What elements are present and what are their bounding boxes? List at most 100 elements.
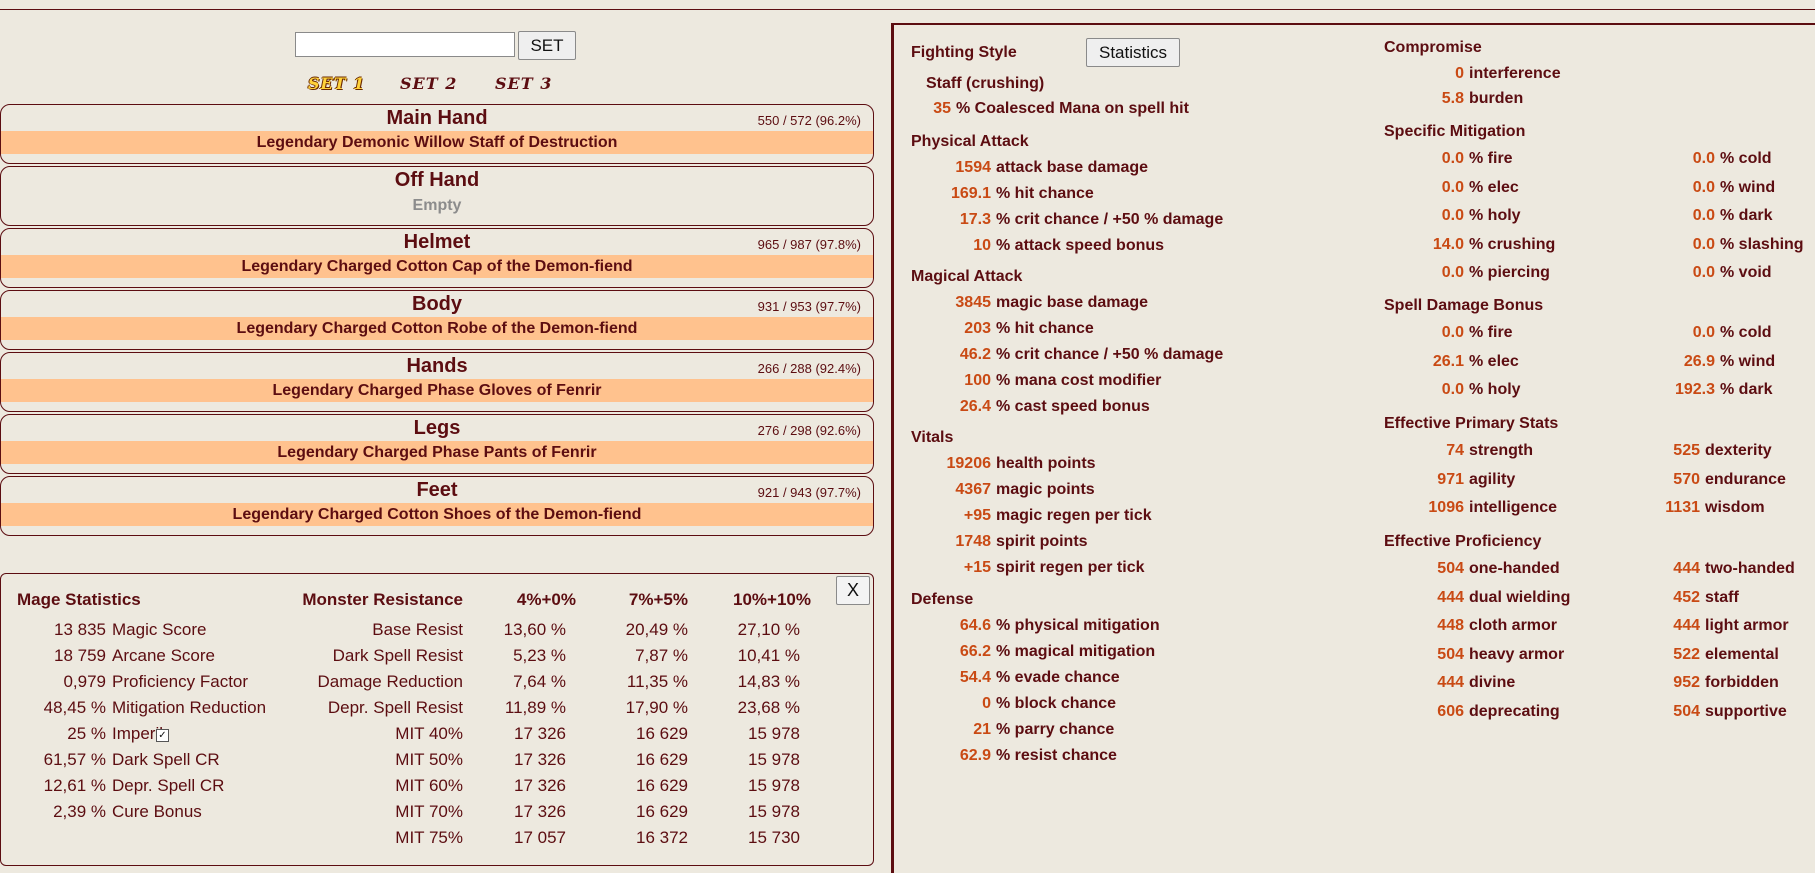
proficiency-value: 444 <box>1673 560 1700 577</box>
mage-stat-label: Cure Bonus <box>112 802 202 821</box>
proficiency-label: dual wielding <box>1469 588 1571 606</box>
resist-column-header: 10%+10% <box>733 590 811 609</box>
vitals-label: spirit points <box>996 533 1088 550</box>
slot-item-name[interactable]: Legendary Charged Cotton Robe of the Dem… <box>1 317 873 340</box>
physical-attack-value: 17.3 <box>959 211 991 228</box>
close-button[interactable]: X <box>836 576 870 605</box>
slot-durability: 276 / 298 (92.6%) <box>757 423 861 438</box>
slot-off-hand[interactable]: Off Hand Empty <box>0 166 874 226</box>
resist-column-header: 4%+0% <box>516 590 576 609</box>
slot-title: Hands <box>406 355 468 377</box>
resist-value: 17,90 % <box>625 698 688 717</box>
slot-legs[interactable]: Legs 276 / 298 (92.6%) Legendary Charged… <box>0 414 874 474</box>
tab-set-2[interactable]: SET 2 <box>400 74 457 93</box>
proficiency-label: supportive <box>1705 702 1787 720</box>
defense-label: % block chance <box>996 695 1117 712</box>
resist-value: 7,87 % <box>635 646 688 665</box>
primary-stats-label: wisdom <box>1705 499 1765 516</box>
resist-value: 23,68 % <box>737 698 800 717</box>
vitals-label: magic regen per tick <box>996 507 1152 524</box>
slot-body[interactable]: Body 931 / 953 (97.7%) Legendary Charged… <box>0 290 874 350</box>
primary-stats-label: agility <box>1469 470 1516 488</box>
primary-stats-label: intelligence <box>1469 499 1558 516</box>
compromise-label: interference <box>1469 65 1561 82</box>
tab-set-3[interactable]: SET 3 <box>495 74 552 93</box>
statistics-button[interactable]: Statistics <box>1086 38 1180 67</box>
mage-stat-label: Mitigation Reduction <box>112 698 267 717</box>
slot-item-name[interactable]: Legendary Charged Cotton Cap of the Demo… <box>1 255 873 278</box>
resist-value: 17 057 <box>514 828 566 847</box>
slot-item-name[interactable]: Legendary Demonic Willow Staff of Destru… <box>1 131 873 154</box>
specific-mitigation-value: 0.0 <box>1692 264 1715 281</box>
spell-damage-bonus-value: 0.0 <box>1692 324 1715 341</box>
resist-value: 13,60 % <box>503 620 566 639</box>
proficiency-label: light armor <box>1705 617 1789 634</box>
resist-value: 14,83 % <box>737 672 800 691</box>
physical-attack-label: % crit chance / +50 % damage <box>996 211 1224 228</box>
slot-main-hand[interactable]: Main Hand 550 / 572 (96.2%) Legendary De… <box>0 104 874 164</box>
defense-heading: Defense <box>911 591 974 608</box>
resist-value: 15 978 <box>748 776 800 795</box>
specific-mitigation-value: 0.0 <box>1441 264 1464 281</box>
mage-stat-value: 25 % <box>67 724 106 743</box>
proficiency-label: heavy armor <box>1469 645 1565 663</box>
specific-mitigation-value: 0.0 <box>1441 178 1464 196</box>
slot-hands[interactable]: Hands 266 / 288 (92.4%) Legendary Charge… <box>0 352 874 412</box>
spell-damage-bonus-label: % elec <box>1469 352 1519 370</box>
tab-set-1[interactable]: SET 1 <box>308 74 365 93</box>
top-border <box>0 0 1815 10</box>
compromise-heading: Compromise <box>1384 39 1482 56</box>
specific-mitigation-label: % fire <box>1469 150 1513 167</box>
set-name-input[interactable] <box>295 32 515 57</box>
physical-attack-value: 1594 <box>955 159 991 176</box>
resist-value: 5,23 % <box>513 646 566 665</box>
slot-item-name[interactable]: Legendary Charged Phase Gloves of Fenrir <box>1 379 873 402</box>
resist-row-label: Damage Reduction <box>317 672 463 691</box>
defense-value: 21 <box>973 721 991 738</box>
proficiency-value: 444 <box>1437 588 1464 606</box>
spell-damage-bonus-value: 0.0 <box>1441 381 1464 398</box>
slot-item-name[interactable]: Legendary Charged Cotton Shoes of the De… <box>1 503 873 526</box>
magical-attack-label: magic base damage <box>996 294 1149 311</box>
specific-mitigation-value: 0.0 <box>1692 235 1715 253</box>
slot-title: Main Hand <box>386 107 488 129</box>
set-button[interactable]: SET <box>518 31 576 60</box>
defense-label: % parry chance <box>996 721 1115 738</box>
specific-mitigation-label: % piercing <box>1469 264 1550 281</box>
mage-stat-value: 2,39 % <box>53 802 106 821</box>
imperil-checkbox[interactable]: ✓ <box>156 729 169 742</box>
mage-stat-label: Dark Spell CR <box>112 750 220 769</box>
spell-damage-bonus-label: % fire <box>1469 324 1513 341</box>
proficiency-value: 504 <box>1437 560 1464 577</box>
resist-value: 17 326 <box>514 724 566 743</box>
mage-stat-label: Depr. Spell CR <box>112 776 225 795</box>
resist-value: 7,64 % <box>513 672 566 691</box>
mage-stat-value: 61,57 % <box>43 750 106 769</box>
defense-label: % resist chance <box>996 747 1117 764</box>
fighting-style-heading: Fighting Style <box>911 44 1017 61</box>
slot-durability: 550 / 572 (96.2%) <box>757 113 861 128</box>
mage-stat-value: 12,61 % <box>43 776 106 795</box>
proficiency-value: 452 <box>1673 588 1700 606</box>
defense-value: 0 <box>982 695 991 712</box>
primary-stats-label: dexterity <box>1705 442 1772 459</box>
spell-damage-bonus-label: % cold <box>1720 324 1772 341</box>
resist-row-label: Depr. Spell Resist <box>327 698 463 717</box>
mage-stat-value: 13 835 <box>54 620 106 639</box>
defense-value: 64.6 <box>959 617 991 634</box>
specific-mitigation-label: % cold <box>1720 150 1772 167</box>
slot-helmet[interactable]: Helmet 965 / 987 (97.8%) Legendary Charg… <box>0 228 874 288</box>
proficiency-value: 952 <box>1673 674 1700 691</box>
magical-attack-label: % crit chance / +50 % damage <box>996 346 1224 363</box>
physical-attack-label: % hit chance <box>996 185 1094 202</box>
slot-item-name[interactable]: Legendary Charged Phase Pants of Fenrir <box>1 441 873 464</box>
primary-stats-value: 570 <box>1673 470 1700 488</box>
resist-value: 17 326 <box>514 776 566 795</box>
monster-resistance-title: Monster Resistance <box>302 590 463 609</box>
resist-value: 17 326 <box>514 750 566 769</box>
slot-feet[interactable]: Feet 921 / 943 (97.7%) Legendary Charged… <box>0 476 874 536</box>
proficiency-value: 504 <box>1673 702 1700 720</box>
spell-damage-bonus-value: 0.0 <box>1441 324 1464 341</box>
magical-attack-heading: Magical Attack <box>911 268 1023 285</box>
fighting-style-bonus-value: 35 <box>933 100 951 117</box>
